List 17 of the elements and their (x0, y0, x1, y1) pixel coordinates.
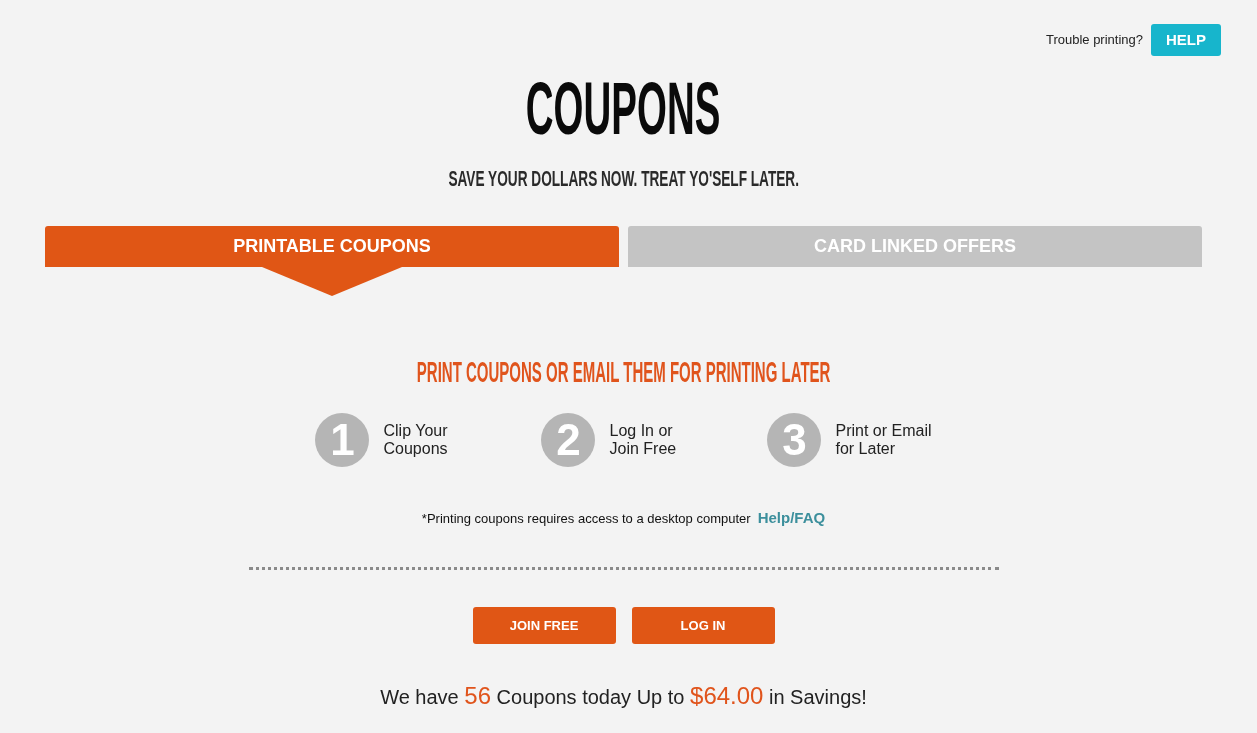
section-heading: PRINT COUPONS OR EMAIL THEM FOR PRINTING LATER (416, 357, 831, 387)
log-in-button[interactable]: LOG IN (631, 607, 775, 644)
step-text: Print or Email for Later (835, 422, 932, 458)
step-text: Clip Your Coupons (383, 422, 448, 458)
page-title: COUPONS (526, 72, 721, 146)
tab-pointer-icon (262, 267, 402, 296)
step-number: 1 (315, 413, 370, 467)
note-text: *Printing coupons requires access to a desktop computer (421, 510, 751, 528)
help-faq-link[interactable]: Help/FAQ (757, 508, 826, 528)
tagline: SAVE YOUR DOLLARS NOW. TREAT YO'SELF LATER. (448, 168, 799, 190)
step-number: 2 (541, 413, 596, 467)
savings-summary: We have 56 Coupons today Up to $64.00 in Savings! (380, 681, 867, 711)
help-button[interactable]: HELP (1151, 24, 1221, 56)
help-prompt: Trouble printing? (1045, 31, 1143, 50)
join-free-button[interactable]: JOIN FREE (472, 607, 616, 644)
step-text: Log In or Join Free (609, 422, 677, 458)
step-number: 3 (767, 413, 822, 467)
